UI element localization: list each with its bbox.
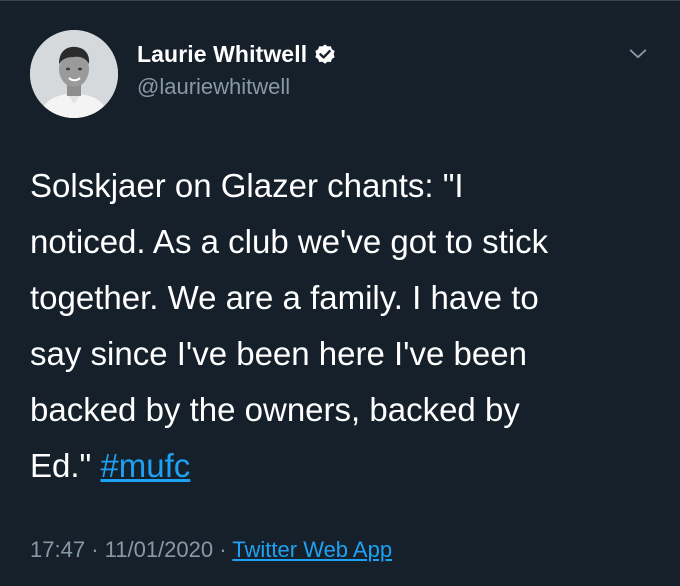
author-name-row: Laurie Whitwell: [137, 41, 337, 68]
tweet-card: Laurie Whitwell @lauriewhitwell Solskjae…: [0, 0, 680, 586]
tweet-text-line: backed by the owners, backed by: [30, 391, 520, 428]
tweet-text-line: together. We are a family. I have to: [30, 279, 539, 316]
tweet-time: 17:47: [30, 537, 86, 562]
meta-separator: ·: [219, 537, 227, 562]
verified-badge-icon: [313, 43, 337, 67]
tweet-text-line: Ed.": [30, 447, 92, 484]
meta-separator: ·: [91, 537, 99, 562]
avatar[interactable]: [30, 30, 118, 118]
avatar-image: [30, 30, 118, 118]
tweet-text-line: say since I've been here I've been: [30, 335, 527, 372]
author-name[interactable]: Laurie Whitwell: [137, 41, 307, 68]
author-handle[interactable]: @lauriewhitwell: [137, 74, 290, 100]
tweet-text-line: Solskjaer on Glazer chants: "I: [30, 167, 464, 204]
tweet-source-link[interactable]: Twitter Web App: [232, 537, 392, 562]
tweet-menu-button[interactable]: [624, 40, 652, 68]
tweet-text-last-line: Ed." #mufc: [30, 438, 650, 494]
hashtag-link[interactable]: #mufc: [100, 447, 190, 484]
tweet-date: 11/01/2020: [104, 537, 214, 562]
tweet-metadata: 17:47 · 11/01/2020 · Twitter Web App: [30, 537, 392, 563]
tweet-text-line: noticed. As a club we've got to stick: [30, 223, 549, 260]
chevron-down-icon: [629, 49, 647, 59]
tweet-text: Solskjaer on Glazer chants: "I noticed. …: [30, 158, 650, 494]
